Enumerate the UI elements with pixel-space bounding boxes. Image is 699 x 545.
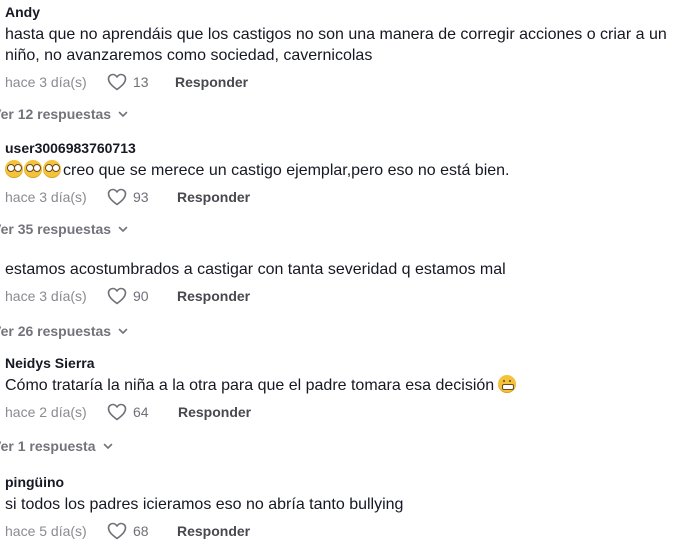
comment-item: user3006983760713 creo que se merece un … <box>0 140 699 209</box>
comment-item: Neidys Sierra Cómo trataría la niña a la… <box>0 355 699 424</box>
comment-time: hace 3 día(s) <box>5 288 87 304</box>
comment-meta: hace 3 día(s) 90 Responder <box>5 284 699 308</box>
comment-text-body: Cómo trataría la niña a la otra para que… <box>5 377 495 394</box>
view-replies-button[interactable]: Ver 1 respuesta <box>0 436 699 456</box>
like-button[interactable]: 13 <box>107 73 171 91</box>
view-replies-button[interactable]: Ver 35 respuestas <box>0 219 699 239</box>
heart-icon[interactable] <box>107 188 127 206</box>
comment-meta: hace 5 día(s) 68 Responder <box>5 519 699 543</box>
reply-button[interactable]: Responder <box>177 288 250 304</box>
like-button[interactable]: 68 <box>107 522 171 540</box>
comment-username[interactable] <box>5 249 699 255</box>
like-count: 93 <box>133 189 149 205</box>
heart-icon[interactable] <box>107 73 127 91</box>
comment-text: creo que se merece un castigo ejemplar,p… <box>5 160 691 181</box>
chevron-down-icon <box>118 326 128 336</box>
chevron-down-icon <box>118 109 128 119</box>
heart-icon[interactable] <box>107 287 127 305</box>
view-replies-label: Ver 12 respuestas <box>0 106 112 122</box>
comment-text: hasta que no aprendáis que los castigos … <box>5 26 667 64</box>
like-button[interactable]: 93 <box>107 188 171 206</box>
heart-icon[interactable] <box>107 403 127 421</box>
comment-username[interactable]: Andy <box>5 4 699 20</box>
view-replies-label: Ver 26 respuestas <box>0 323 112 339</box>
like-count: 13 <box>133 74 149 90</box>
comment-list: Andy hasta que no aprendáis que los cast… <box>0 0 699 543</box>
comment-text: Cómo trataría la niña a la otra para que… <box>5 375 691 396</box>
reply-button[interactable]: Responder <box>178 404 251 420</box>
comment-item: estamos acostumbrados a castigar con tan… <box>0 249 699 308</box>
grimacing-face-emoji-icon <box>498 375 517 393</box>
comment-time: hace 5 día(s) <box>5 523 87 539</box>
comment-item: Andy hasta que no aprendáis que los cast… <box>0 4 699 94</box>
comment-meta: hace 3 día(s) 93 Responder <box>5 185 699 209</box>
comment-username[interactable]: Neidys Sierra <box>5 355 699 371</box>
like-count: 68 <box>133 523 149 539</box>
comment-time: hace 3 día(s) <box>5 189 87 205</box>
chevron-down-icon <box>118 224 128 234</box>
comment-username[interactable]: pingüino <box>5 474 699 490</box>
reply-button[interactable]: Responder <box>177 523 250 539</box>
comment-time: hace 2 día(s) <box>5 404 87 420</box>
comment-meta: hace 2 día(s) 64 Responder <box>5 400 699 424</box>
comment-username[interactable]: user3006983760713 <box>5 140 699 156</box>
flushed-face-emoji-group <box>5 160 62 178</box>
chevron-down-icon <box>103 441 113 451</box>
view-replies-button[interactable]: Ver 26 respuestas <box>0 321 699 341</box>
comment-text: estamos acostumbrados a castigar con tan… <box>5 261 506 278</box>
heart-icon[interactable] <box>107 522 127 540</box>
like-button[interactable]: 90 <box>107 287 171 305</box>
like-button[interactable]: 64 <box>107 403 171 421</box>
flushed-face-emoji-icon <box>5 160 23 178</box>
comment-text: si todos los padres icieramos eso no abr… <box>5 496 404 513</box>
flushed-face-emoji-icon <box>43 160 61 178</box>
reply-button[interactable]: Responder <box>177 189 250 205</box>
view-replies-label: Ver 1 respuesta <box>0 438 96 454</box>
view-replies-label: Ver 35 respuestas <box>0 221 112 237</box>
comment-meta: hace 3 día(s) 13 Responder <box>5 70 699 94</box>
like-count: 90 <box>133 288 149 304</box>
like-count: 64 <box>133 404 149 420</box>
flushed-face-emoji-icon <box>24 160 42 178</box>
comment-item: pingüino si todos los padres icieramos e… <box>0 474 699 543</box>
view-replies-button[interactable]: Ver 12 respuestas <box>0 104 699 124</box>
comment-text-body: creo que se merece un castigo ejemplar,p… <box>63 162 510 179</box>
reply-button[interactable]: Responder <box>175 74 248 90</box>
comment-time: hace 3 día(s) <box>5 74 87 90</box>
